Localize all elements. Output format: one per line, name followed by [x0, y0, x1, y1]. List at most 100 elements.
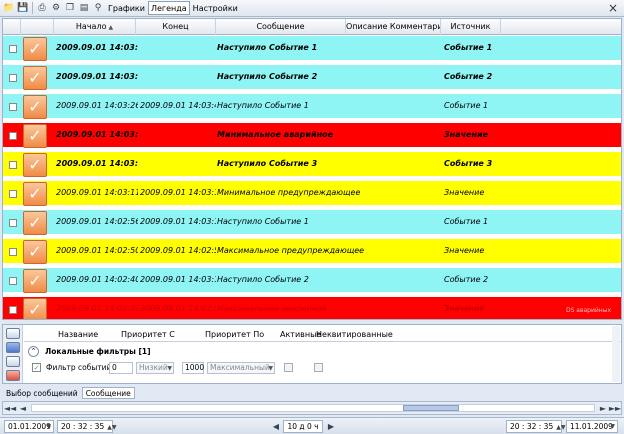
table-row[interactable]: ✓ 2009.09.01 14:03:26 2009.09.01 14:03:40 Н…: [3, 94, 621, 121]
priority-from-value[interactable]: 0: [109, 362, 133, 374]
column-header-source[interactable]: Источник: [441, 19, 501, 35]
tab-message-selection[interactable]: Выбор сообщений: [2, 387, 82, 399]
zoom-icon[interactable]: ⚲: [92, 2, 104, 14]
acknowledge-check-icon[interactable]: ✓: [23, 298, 47, 319]
table-row[interactable]: ✓ 2009.09.01 14:02:40 2009.09.01 14:03:10 Н…: [3, 268, 621, 295]
cell-message: Наступило Событие 1: [217, 217, 309, 226]
span-field[interactable]: 10 д 0 ч: [283, 420, 323, 433]
cell-message: Наступило Событие 2: [217, 275, 309, 284]
row-select-checkbox[interactable]: [9, 248, 17, 256]
priority-to-select[interactable]: Максимальный ▼: [207, 362, 275, 374]
row-select-checkbox[interactable]: [9, 306, 17, 314]
row-select-checkbox[interactable]: [9, 45, 17, 53]
previous-icon[interactable]: ◄: [17, 402, 29, 414]
acknowledge-check-icon[interactable]: ✓: [23, 95, 47, 119]
header-checkbox-column[interactable]: [3, 19, 21, 35]
acknowledge-check-icon[interactable]: ✓: [23, 269, 47, 293]
table-row[interactable]: ✓ 2009.09.01 14:02:50 2009.09.01 14:02:51 М…: [3, 239, 621, 266]
cell-source: Событие 1: [444, 101, 489, 110]
copy-filter-icon[interactable]: [6, 356, 20, 367]
acknowledge-check-icon[interactable]: ✓: [23, 153, 47, 177]
edit-filter-icon[interactable]: [6, 342, 20, 353]
charts-button[interactable]: Графики: [105, 1, 148, 15]
acknowledge-check-icon[interactable]: ✓: [23, 211, 47, 235]
next-icon[interactable]: ►: [597, 402, 609, 414]
filter-group-local[interactable]: ⌃ Локальные фильтры [1]: [24, 344, 621, 358]
priority-to-value[interactable]: 1000: [182, 362, 204, 374]
filter-col-unacked[interactable]: Неквитированные: [316, 328, 393, 342]
filter-scrollbar[interactable]: [612, 326, 620, 382]
filter-enabled-checkbox[interactable]: ✓: [32, 363, 41, 372]
span-left-icon[interactable]: ◀: [270, 421, 282, 432]
delete-filter-icon[interactable]: [6, 370, 20, 381]
legend-button[interactable]: Легенда: [147, 1, 190, 15]
row-select-checkbox[interactable]: [9, 74, 17, 82]
filter-col-priority-from[interactable]: Приоритет С: [121, 328, 175, 342]
start-time-field[interactable]: 20 : 32 : 35 ▲▼: [57, 420, 116, 433]
folder-icon[interactable]: 📁: [3, 2, 15, 14]
spin-icon[interactable]: ▲▼: [107, 422, 116, 433]
filter-panel: Название Приоритет С Приоритет По Активн…: [2, 324, 622, 384]
acknowledge-check-icon[interactable]: ✓: [23, 124, 47, 148]
add-filter-icon[interactable]: [6, 328, 20, 339]
grid-header: Начало ▲ Конец Сообщение Описание Коммент…: [3, 19, 621, 35]
active-checkbox[interactable]: [284, 363, 293, 372]
timeline-thumb[interactable]: [403, 405, 459, 411]
last-page-icon[interactable]: ►►: [609, 402, 621, 414]
acknowledge-check-icon[interactable]: ✓: [23, 182, 47, 206]
start-date-picker[interactable]: 01.01.2009 ▼: [4, 420, 54, 433]
column-header-start[interactable]: Начало ▲: [54, 19, 136, 35]
print-icon[interactable]: ⎙: [36, 2, 48, 14]
row-select-checkbox[interactable]: [9, 103, 17, 111]
row-select-checkbox[interactable]: [9, 219, 17, 227]
close-icon[interactable]: ×: [606, 1, 620, 15]
end-date-picker[interactable]: 11.01.2009 ▼: [566, 420, 618, 433]
end-time-field[interactable]: 20 : 32 : 35 ▲▼: [506, 420, 565, 433]
table-row[interactable]: ✓ 2009.09.01 14:02:31 2009.09.01 14:02:50 М…: [3, 297, 621, 319]
row-select-checkbox[interactable]: [9, 132, 17, 140]
tab-message[interactable]: Сообщение: [81, 387, 135, 399]
filter-row[interactable]: ✓ Фильтр событий 0 Низкий ▼ 1000 Максимал…: [24, 361, 621, 375]
cell-source: Событие 2: [444, 72, 493, 81]
spin-icon[interactable]: ▲▼: [556, 422, 565, 433]
filter-col-priority-to[interactable]: Приоритет По: [205, 328, 264, 342]
toolbar-separator: [32, 2, 33, 14]
column-header-message[interactable]: Сообщение: [216, 19, 346, 35]
collapse-icon[interactable]: ⌃: [28, 345, 39, 357]
timeline-track[interactable]: [31, 404, 595, 412]
priority-from-level: Низкий: [139, 363, 168, 372]
header-ack-column[interactable]: [21, 19, 54, 35]
table-row[interactable]: ✓ 2009.09.01 14:03:11 Наступило Событие 3 С…: [3, 152, 621, 179]
table-row[interactable]: ✓ 2009.09.01 14:03:41 Наступило Событие 2 С…: [3, 65, 621, 92]
cell-start: 2009.09.01 14:03:56: [56, 43, 138, 52]
timeline-scrollbar[interactable]: ◄◄ ◄ ► ►►: [2, 401, 622, 415]
cell-start: 2009.09.01 14:03:41: [56, 72, 138, 81]
export-icon[interactable]: ▤: [78, 2, 90, 14]
cell-source: Событие 1: [444, 217, 489, 226]
chevron-down-icon: ▼: [167, 365, 172, 372]
copy-icon[interactable]: ❐: [64, 2, 76, 14]
unacked-checkbox[interactable]: [314, 363, 323, 372]
table-row[interactable]: ✓ 2009.09.01 14:03:56 Наступило Событие 1 С…: [3, 36, 621, 63]
row-select-checkbox[interactable]: [9, 190, 17, 198]
acknowledge-check-icon[interactable]: ✓: [23, 37, 47, 61]
row-select-checkbox[interactable]: [9, 161, 17, 169]
column-header-description[interactable]: Описание Комментарий: [346, 19, 441, 35]
filter-group-title: Локальные фильтры [1]: [45, 346, 151, 356]
settings-button[interactable]: Настройки: [190, 1, 241, 15]
acknowledge-check-icon[interactable]: ✓: [23, 240, 47, 264]
column-header-end[interactable]: Конец: [136, 19, 216, 35]
table-row[interactable]: ✓ 2009.09.01 14:02:56 2009.09.01 14:03:10 Н…: [3, 210, 621, 237]
table-row[interactable]: ✓ 2009.09.01 14:03:11 2009.09.01 14:03:12 М…: [3, 181, 621, 208]
options-icon[interactable]: ⚙: [50, 2, 62, 14]
filter-col-name[interactable]: Название: [58, 328, 98, 342]
span-right-icon[interactable]: ▶: [325, 421, 337, 432]
save-icon[interactable]: 💾: [17, 2, 29, 14]
first-page-icon[interactable]: ◄◄: [4, 402, 16, 414]
cell-source: Событие 1: [444, 43, 493, 52]
priority-from-select[interactable]: Низкий ▼: [136, 362, 174, 374]
table-row[interactable]: ✓ 2009.09.01 14:03:12 Минимальное аварийно…: [3, 123, 621, 150]
acknowledge-check-icon[interactable]: ✓: [23, 66, 47, 90]
row-select-checkbox[interactable]: [9, 277, 17, 285]
cell-message: Минимальное аварийное: [217, 130, 334, 139]
